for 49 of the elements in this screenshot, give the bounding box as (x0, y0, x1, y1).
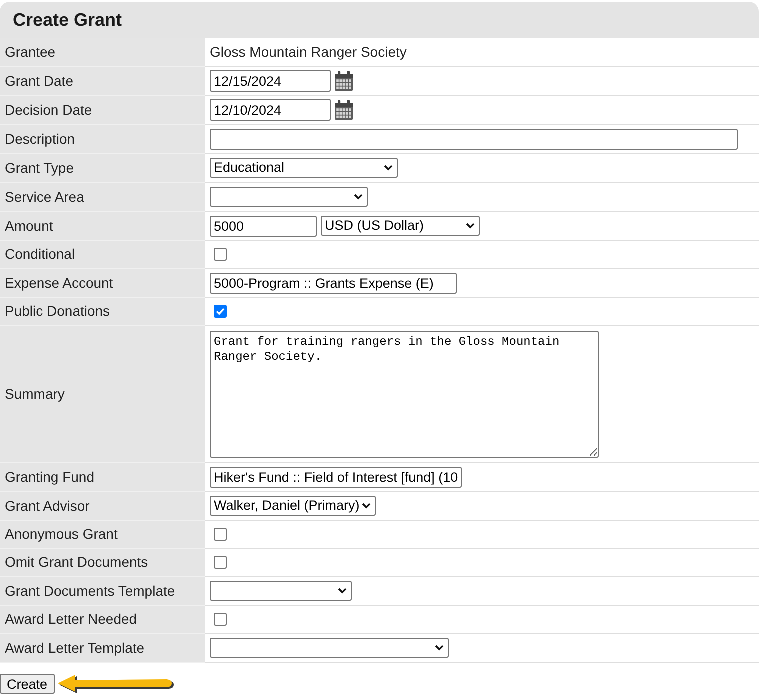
select-field[interactable] (210, 187, 368, 207)
field-label: Service Area (0, 183, 205, 212)
calendar-icon[interactable] (335, 100, 353, 120)
amount-input[interactable]: 5000 (210, 216, 317, 236)
chevron-down-icon (354, 194, 363, 200)
checkbox[interactable] (214, 528, 227, 541)
field-label: Conditional (0, 241, 205, 269)
field-label: Omit Grant Documents (0, 549, 205, 577)
text-input[interactable] (210, 128, 738, 150)
select-field[interactable]: Educational (210, 158, 398, 178)
chevron-down-icon (384, 165, 393, 171)
field-label: Decision Date (0, 96, 205, 125)
summary-textarea[interactable]: Grant for training rangers in the Gloss Mountain Ranger Society. (210, 330, 599, 458)
field-label: Amount (0, 212, 205, 241)
chevron-down-icon (362, 503, 371, 509)
field-label: Expense Account (0, 269, 205, 298)
calendar-icon[interactable] (335, 71, 353, 91)
form-title: Create Grant (13, 8, 122, 32)
field-label: Grant Documents Template (0, 577, 205, 606)
checkbox[interactable] (214, 248, 227, 261)
checkbox[interactable] (214, 305, 227, 318)
chevron-down-icon (466, 223, 475, 229)
chevron-down-icon (338, 588, 347, 594)
chevron-down-icon (435, 645, 444, 651)
select-field[interactable]: Walker, Daniel (Primary) (210, 496, 376, 516)
currency-select[interactable]: USD (US Dollar) (321, 216, 480, 236)
checkbox[interactable] (214, 556, 227, 569)
checkbox[interactable] (214, 613, 227, 626)
text-input[interactable]: Hiker's Fund :: Field of Interest [fund] (10 (210, 466, 462, 488)
field-label: Public Donations (0, 298, 205, 326)
field-label: Description (0, 125, 205, 154)
create-button[interactable]: Create (0, 674, 55, 694)
field-label: Grant Advisor (0, 492, 205, 521)
date-input[interactable]: 12/10/2024 (210, 99, 331, 121)
field-label: Grant Type (0, 154, 205, 183)
field-label: Grantee (0, 38, 205, 67)
arrow-icon (56, 674, 175, 694)
field-value: Gloss Mountain Ranger Society (210, 42, 407, 62)
date-input[interactable]: 12/15/2024 (210, 70, 331, 92)
field-label: Award Letter Template (0, 634, 205, 663)
text-input[interactable]: 5000-Program :: Grants Expense (E) (210, 272, 457, 294)
field-label: Granting Fund (0, 463, 205, 492)
field-label: Summary (0, 326, 205, 463)
checkmark-icon (216, 308, 225, 315)
field-label: Award Letter Needed (0, 606, 205, 634)
select-field[interactable] (210, 581, 352, 601)
field-label: Anonymous Grant (0, 521, 205, 549)
select-field[interactable] (210, 638, 449, 658)
field-label: Grant Date (0, 67, 205, 96)
